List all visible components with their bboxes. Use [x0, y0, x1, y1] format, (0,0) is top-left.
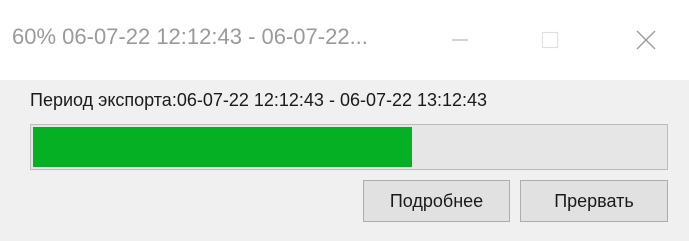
maximize-button[interactable]	[530, 20, 570, 60]
details-button[interactable]: Подробнее	[363, 180, 510, 222]
export-period-label: Период экспорта:06-07-22 12:12:43 - 06-0…	[30, 90, 488, 110]
close-button[interactable]	[626, 20, 666, 60]
window-title: 60% 06-07-22 12:12:43 - 06-07-22...	[12, 24, 368, 49]
title-bar[interactable]: 60% 06-07-22 12:12:43 - 06-07-22...	[0, 0, 689, 80]
maximize-icon	[541, 31, 559, 49]
dialog-body: Период экспорта:06-07-22 12:12:43 - 06-0…	[0, 80, 689, 241]
export-progress-bar	[30, 124, 668, 170]
minimize-button[interactable]	[440, 20, 480, 60]
close-icon	[636, 30, 656, 50]
abort-button[interactable]: Прервать	[520, 180, 668, 222]
progress-bar-fill	[33, 127, 412, 167]
minimize-icon	[452, 39, 468, 41]
export-progress-window: 60% 06-07-22 12:12:43 - 06-07-22... Пери…	[0, 0, 689, 241]
